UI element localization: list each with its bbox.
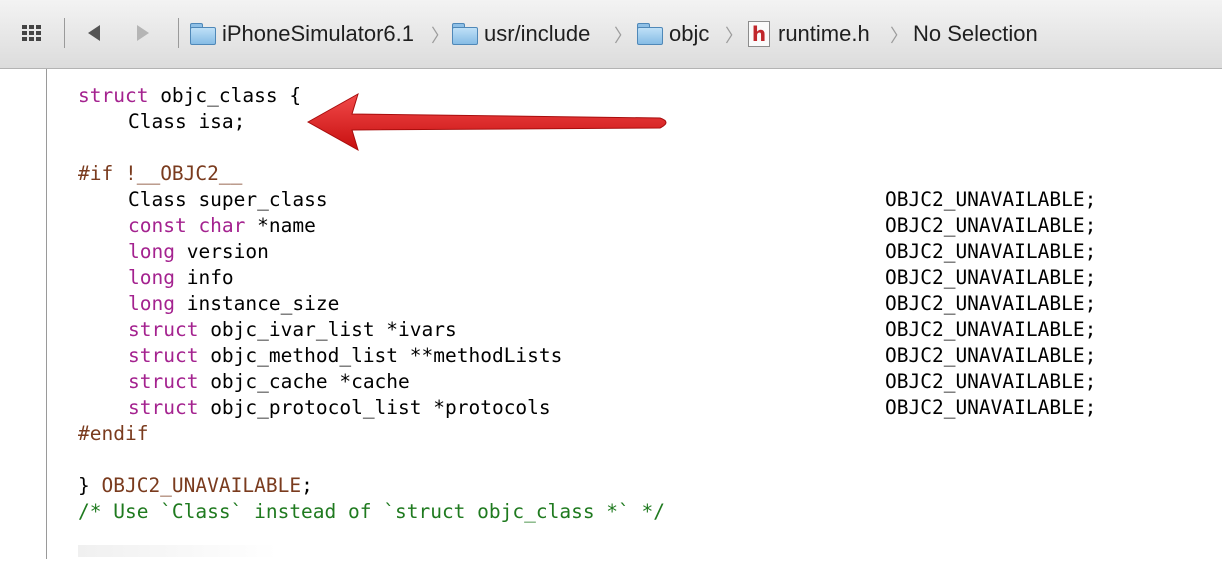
preprocessor-directive: #if [78,162,125,185]
code-text: *name [245,214,316,237]
code-line: } OBJC2_UNAVAILABLE; [78,473,665,499]
code-line: /* Use `Class` instead of `struct objc_c… [78,499,665,525]
code-line: struct objc_cache *cache OBJC2_UNAVAILABL… [78,369,1096,395]
forward-triangle-icon[interactable] [135,22,151,44]
attribute-macro: OBJC2_UNAVAILABLE; [885,344,1097,367]
xcode-window: iPhoneSimulator6.1 〉 usr/include 〉 objc … [0,0,1222,582]
code-line: struct objc_protocol_list *protocols OBJC… [78,395,1096,421]
breadcrumb-chevron-icon: 〉 [614,26,632,47]
breadcrumb-label: usr/include [484,21,591,46]
keyword: struct [128,344,199,367]
code-line: struct objc_method_list **methodLists OBJ… [78,343,1096,369]
keyword: long [128,240,175,263]
breadcrumb-label: objc [669,21,710,46]
breadcrumb-objc[interactable]: objc [637,18,709,50]
code-text: objc_protocol_list *protocols [198,396,551,419]
code-line: long version OBJC2_UNAVAILABLE; [78,239,1096,265]
attribute-macro: OBJC2_UNAVAILABLE; [885,396,1097,419]
code-text: Class isa; [128,110,246,133]
attribute-macro: OBJC2_UNAVAILABLE; [885,318,1097,341]
code-text: ; [301,474,313,497]
attribute-macro: OBJC2_UNAVAILABLE; [885,266,1097,289]
keyword: const char [128,214,246,237]
breadcrumb-chevron-icon: 〉 [431,26,449,47]
jump-bar: iPhoneSimulator6.1 〉 usr/include 〉 objc … [0,0,1222,69]
attribute-macro: OBJC2_UNAVAILABLE; [885,370,1097,393]
cropped-code-line [78,545,278,557]
keyword: long [128,266,175,289]
preprocessor-directive: #endif [78,422,149,445]
jump-bar-divider [178,18,179,48]
code-line: long instance_size OBJC2_UNAVAILABLE; [78,291,1096,317]
breadcrumb-label: No Selection [913,21,1038,46]
code-text: info [174,266,234,289]
code-line: struct objc_ivar_list *ivars OBJC2_UNAVAI… [78,317,1096,343]
preprocessor-macro: !__OBJC2__ [124,162,243,185]
attribute-macro: OBJC2_UNAVAILABLE; [885,214,1097,237]
code-text: Class super_class [128,188,328,211]
jump-bar-divider [64,18,65,48]
attribute-macro: OBJC2_UNAVAILABLE; [885,240,1097,263]
folder-icon [452,23,478,45]
preprocessor-macro: OBJC2_UNAVAILABLE [101,474,302,497]
keyword: struct [128,396,199,419]
breadcrumb-label: runtime.h [778,21,870,46]
related-items-grid-icon[interactable] [22,25,42,41]
red-arrow-pointing-left-icon [306,92,667,152]
breadcrumb-usr-include[interactable]: usr/include [452,18,590,50]
folder-icon [637,23,663,45]
code-text: objc_method_list **methodLists [198,344,563,367]
keyword: struct [128,318,199,341]
code-line: Class super_class OBJC2_UNAVAILABLE; [78,187,1096,213]
code-line: #if !__OBJC2__ [78,161,665,187]
back-triangle-icon[interactable] [86,22,102,44]
code-line: #endif [78,421,665,447]
code-text: } [78,474,102,497]
breadcrumb-label: iPhoneSimulator6.1 [222,21,415,46]
breadcrumb-no-selection[interactable]: No Selection [913,18,1038,50]
code-comment: /* Use `Class` instead of `struct objc_c… [78,500,665,523]
code-text: objc_cache *cache [198,370,410,393]
editor-gutter [0,69,46,582]
code-text: objc_class { [148,84,302,107]
code-text: version [174,240,269,263]
code-line: const char *name OBJC2_UNAVAILABLE; [78,213,1096,239]
code-text: objc_ivar_list *ivars [198,318,457,341]
keyword: struct [128,370,199,393]
keyword: struct [78,84,149,107]
folder-icon [190,23,216,45]
attribute-macro: OBJC2_UNAVAILABLE; [885,188,1097,211]
breadcrumb-chevron-icon: 〉 [890,26,908,47]
header-file-icon: h [748,21,770,47]
code-line: long info OBJC2_UNAVAILABLE; [78,265,1096,291]
attribute-macro: OBJC2_UNAVAILABLE; [885,292,1097,315]
breadcrumb-chevron-icon: 〉 [725,26,743,47]
keyword: long [128,292,175,315]
breadcrumb-runtime-h[interactable]: h runtime.h [748,18,870,50]
code-text: instance_size [174,292,340,315]
breadcrumb-iphonesimulator[interactable]: iPhoneSimulator6.1 [190,18,414,50]
